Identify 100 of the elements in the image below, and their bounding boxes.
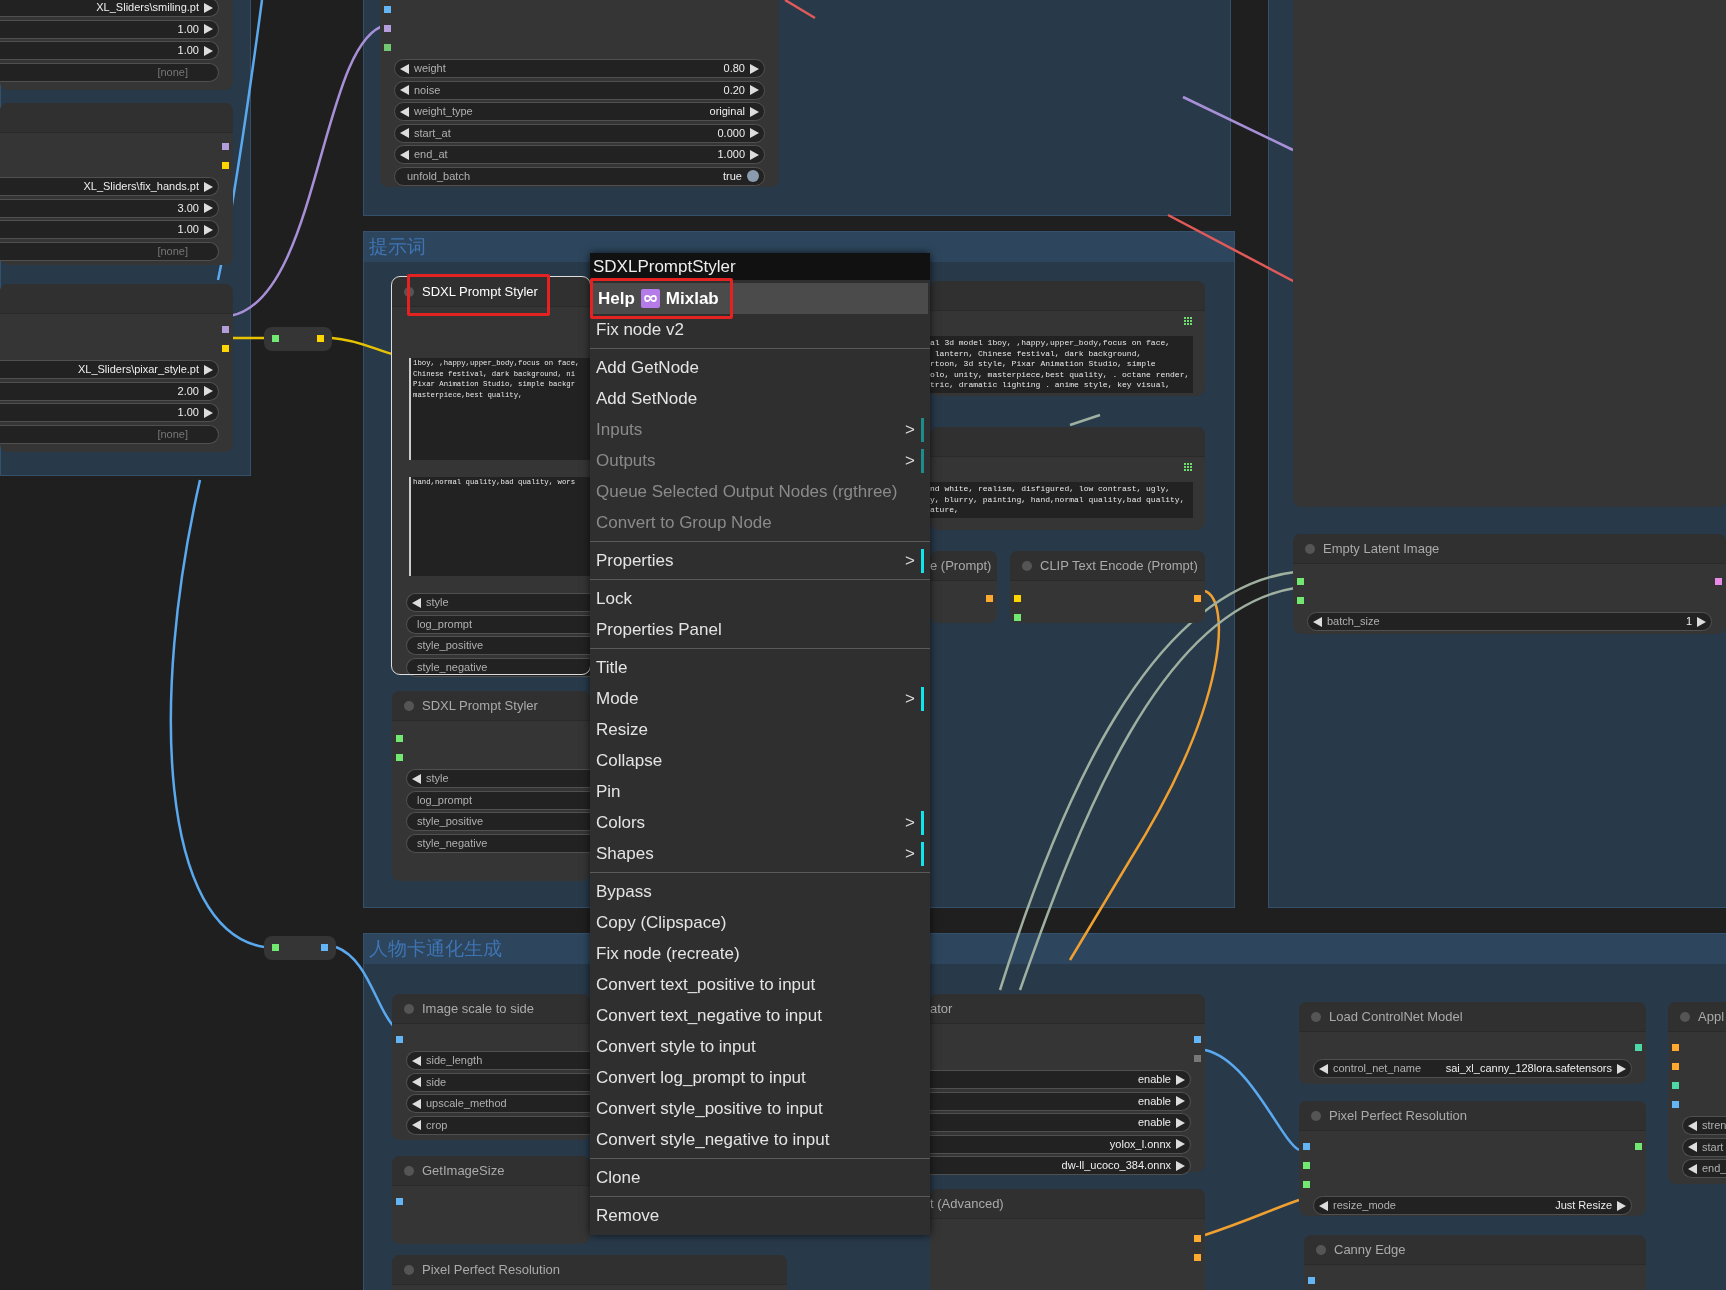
input-slot[interactable] (396, 754, 403, 761)
node-card[interactable]: SDXL Prompt Styler style log_prompt style_positive style_negative (392, 691, 590, 881)
node-widget[interactable]: unfold_batch true (394, 166, 765, 186)
menu-item[interactable]: Colors > (590, 807, 930, 838)
input-slot[interactable] (1308, 1277, 1315, 1284)
node-widget[interactable]: side_length (406, 1051, 590, 1070)
input-slot[interactable] (1672, 1063, 1679, 1070)
input-slot[interactable] (1303, 1181, 1310, 1188)
menu-item[interactable]: Convert log_prompt to input (590, 1062, 930, 1093)
node-widget[interactable]: 1.00 (0, 220, 219, 239)
node-widget[interactable]: 2.00 (0, 381, 219, 401)
input-slot[interactable] (1672, 1101, 1679, 1108)
menu-item[interactable]: Resize (590, 714, 930, 745)
node-widget[interactable]: end_ (1682, 1159, 1726, 1178)
node-card[interactable]: Image scale to side side_length side upscale_method crop (392, 994, 590, 1140)
node-card[interactable] (930, 281, 1205, 396)
node-widget[interactable]: style_positive (406, 636, 590, 655)
reroute-node[interactable] (264, 327, 332, 351)
node-widget[interactable]: yolox_l.onnx (930, 1134, 1191, 1154)
menu-item[interactable]: Fix node v2 (590, 314, 930, 345)
node-widget[interactable]: side (406, 1072, 590, 1092)
menu-item[interactable]: Collapse (590, 745, 930, 776)
menu-item[interactable]: Bypass (590, 876, 930, 907)
menu-item[interactable]: Add GetNode (590, 352, 930, 383)
menu-item[interactable]: Help Mixlab (592, 283, 928, 314)
node-widget[interactable]: log_prompt (406, 614, 590, 634)
input-slot[interactable] (396, 1198, 403, 1205)
node-widget[interactable]: start (1682, 1137, 1726, 1157)
node-widget[interactable]: XL_Sliders\pixar_style.pt (0, 360, 219, 379)
node-widget[interactable]: weight_type original (394, 102, 765, 121)
menu-item[interactable]: Clone (590, 1162, 930, 1193)
node-card[interactable]: weight 0.80 noise 0.20 weight_type original start_at 0.000 end_at 1.000 unfold_batch true (380, 0, 779, 187)
input-slot[interactable] (384, 25, 391, 32)
menu-item[interactable]: Fix node (recreate) (590, 938, 930, 969)
node-widget[interactable]: upscale_method (406, 1094, 590, 1113)
node-widget[interactable]: 1.00 (0, 403, 219, 422)
node-card[interactable]: Canny Edge (1304, 1235, 1646, 1290)
node-widget[interactable]: XL_Sliders\fix_hands.pt (0, 177, 219, 196)
input-slot[interactable] (1672, 1082, 1679, 1089)
node-widget[interactable]: batch_size 1 (1307, 612, 1712, 631)
node-widget[interactable]: style_negative (406, 657, 590, 677)
node-card[interactable] (1293, 0, 1726, 507)
node-card[interactable]: GetImageSize (392, 1156, 590, 1244)
menu-item[interactable]: Copy (Clipspace) (590, 907, 930, 938)
input-slot[interactable] (1297, 597, 1304, 604)
node-widget[interactable]: resize_mode Just Resize (1313, 1196, 1632, 1215)
menu-item[interactable]: Properties Panel (590, 614, 930, 645)
menu-item[interactable]: Title (590, 652, 930, 683)
input-slot[interactable] (1672, 1044, 1679, 1051)
input-slot[interactable] (384, 44, 391, 51)
node-card[interactable]: Appl stren start end_ (1668, 1002, 1726, 1184)
input-slot[interactable] (1297, 578, 1304, 585)
node-widget[interactable]: stren (1682, 1116, 1726, 1135)
menu-item[interactable]: Pin (590, 776, 930, 807)
node-card[interactable]: Load ControlNet Model control_net_name sai_xl_canny_128lora.safetensors (1299, 1002, 1646, 1084)
menu-item[interactable]: Lock (590, 583, 930, 614)
menu-item[interactable]: Remove (590, 1200, 930, 1231)
node-card[interactable] (392, 277, 590, 674)
input-slot[interactable] (396, 1036, 403, 1043)
node-widget[interactable]: enable (930, 1113, 1191, 1132)
menu-item[interactable]: Convert style_negative to input (590, 1124, 930, 1155)
node-widget[interactable]: [none] (0, 241, 219, 261)
node-widget[interactable]: enable (930, 1070, 1191, 1089)
node-card[interactable]: XL_Sliders\smiling.pt 1.00 1.00 [none] (0, 0, 233, 90)
node-card[interactable]: ator enable enable enable yolox_l.onnx dw-ll_ucoco_384.onnx (930, 994, 1205, 1172)
input-slot[interactable] (396, 735, 403, 742)
prompt-textarea[interactable]: nd white, realism, disfigured, low contrast, ugly, y, blurry, painting, hand,normal quality,bad quality, ature, (930, 482, 1193, 518)
input-slot[interactable] (272, 943, 279, 951)
node-card[interactable]: Pixel Perfect Resolution (392, 1255, 787, 1290)
node-card[interactable]: CLIP Text Encode (Prompt) (1010, 551, 1205, 623)
node-card[interactable]: Pixel Perfect Resolution resize_mode Just Resize (1299, 1101, 1646, 1216)
toggle-knob[interactable] (747, 170, 759, 182)
menu-item[interactable]: Mode > (590, 683, 930, 714)
node-card[interactable]: XL_Sliders\fix_hands.pt 3.00 1.00 [none] (0, 103, 233, 265)
node-widget[interactable]: end_at 1.000 (394, 145, 765, 164)
input-slot[interactable] (1014, 614, 1021, 621)
menu-item[interactable]: Convert text_positive to input (590, 969, 930, 1000)
node-widget[interactable]: noise 0.20 (394, 80, 765, 100)
node-widget[interactable]: enable (930, 1091, 1191, 1111)
input-slot[interactable] (384, 6, 391, 13)
node-widget[interactable]: style (406, 769, 590, 788)
menu-item[interactable]: Convert style_positive to input (590, 1093, 930, 1124)
node-card[interactable]: XL_Sliders\pixar_style.pt 2.00 1.00 [none] (0, 284, 233, 452)
node-card[interactable]: Empty Latent Image batch_size 1 (1293, 534, 1726, 634)
menu-item[interactable]: Convert text_negative to input (590, 1000, 930, 1031)
prompt-textarea[interactable]: al 3d model 1boy, ,happy,upper_body,focus on face, lantern, Chinese festival, dark background, rtoon, 3d style, Pixar Animation Studio, simple olo, unity, masterpiece,best quality, . octane render, tric, dramatic lighting . anime style, key visual, (930, 336, 1193, 393)
menu-item[interactable]: Shapes > (590, 838, 930, 869)
node-widget[interactable]: weight 0.80 (394, 59, 765, 78)
node-widget[interactable]: 1.00 (0, 19, 219, 39)
node-widget[interactable]: style_negative (406, 833, 590, 853)
node-widget[interactable]: style (406, 593, 590, 612)
node-widget[interactable]: crop (406, 1115, 590, 1135)
input-slot[interactable] (272, 334, 279, 342)
node-widget[interactable]: dw-ll_ucoco_384.onnx (930, 1156, 1191, 1175)
node-widget[interactable]: [none] (0, 424, 219, 444)
output-slot[interactable] (321, 943, 328, 951)
node-card[interactable]: nd white, realism, disfigured, low contrast, ugly, y, blurry, painting, hand,normal quality,bad quality, ature, (930, 427, 1205, 530)
menu-item[interactable]: Add SetNode (590, 383, 930, 414)
reroute-node[interactable] (264, 936, 336, 960)
node-card[interactable]: e (Prompt) (930, 551, 997, 623)
